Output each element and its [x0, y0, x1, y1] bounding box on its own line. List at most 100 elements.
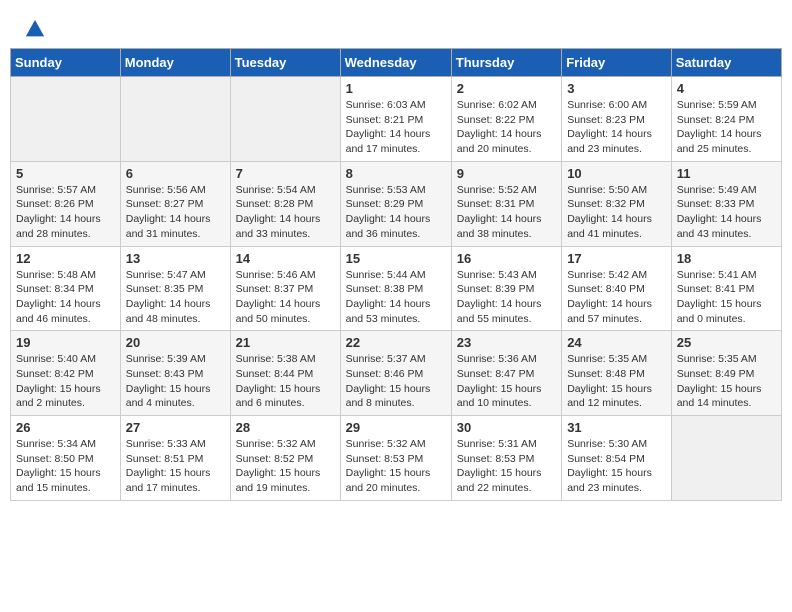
calendar-cell: 6 Sunrise: 5:56 AM Sunset: 8:27 PM Daylig… — [120, 161, 230, 246]
day-info: Sunrise: 5:40 AM Sunset: 8:42 PM Dayligh… — [16, 352, 115, 411]
day-number: 1 — [346, 81, 446, 96]
day-info: Sunrise: 5:54 AM Sunset: 8:28 PM Dayligh… — [236, 183, 335, 242]
logo-icon — [24, 18, 46, 40]
day-info: Sunrise: 5:34 AM Sunset: 8:50 PM Dayligh… — [16, 437, 115, 496]
weekday-header-thursday: Thursday — [451, 49, 561, 77]
day-number: 17 — [567, 251, 666, 266]
day-number: 21 — [236, 335, 335, 350]
calendar-week-row: 1 Sunrise: 6:03 AM Sunset: 8:21 PM Daylig… — [11, 77, 782, 162]
calendar-cell: 8 Sunrise: 5:53 AM Sunset: 8:29 PM Daylig… — [340, 161, 451, 246]
calendar-cell: 14Sunrise: 5:46 AM Sunset: 8:37 PM Dayli… — [230, 246, 340, 331]
day-info: Sunrise: 5:47 AM Sunset: 8:35 PM Dayligh… — [126, 268, 225, 327]
day-info: Sunrise: 5:35 AM Sunset: 8:49 PM Dayligh… — [677, 352, 776, 411]
weekday-header-monday: Monday — [120, 49, 230, 77]
calendar-cell: 16 Sunrise: 5:43 AM Sunset: 8:39 PM Dayli… — [451, 246, 561, 331]
calendar-cell: 30Sunrise: 5:31 AM Sunset: 8:53 PM Dayli… — [451, 416, 561, 501]
day-number: 9 — [457, 166, 556, 181]
day-number: 5 — [16, 166, 115, 181]
day-info: Sunrise: 5:39 AM Sunset: 8:43 PM Dayligh… — [126, 352, 225, 411]
day-info: Sunrise: 5:53 AM Sunset: 8:29 PM Dayligh… — [346, 183, 446, 242]
day-info: Sunrise: 5:37 AM Sunset: 8:46 PM Dayligh… — [346, 352, 446, 411]
day-info: Sunrise: 5:32 AM Sunset: 8:52 PM Dayligh… — [236, 437, 335, 496]
weekday-header-wednesday: Wednesday — [340, 49, 451, 77]
weekday-header-row: SundayMondayTuesdayWednesdayThursdayFrid… — [11, 49, 782, 77]
calendar-table: SundayMondayTuesdayWednesdayThursdayFrid… — [10, 48, 782, 501]
calendar-cell: 7 Sunrise: 5:54 AM Sunset: 8:28 PM Daylig… — [230, 161, 340, 246]
calendar-cell: 5 Sunrise: 5:57 AM Sunset: 8:26 PM Daylig… — [11, 161, 121, 246]
day-info: Sunrise: 5:50 AM Sunset: 8:32 PM Dayligh… — [567, 183, 666, 242]
day-info: Sunrise: 5:32 AM Sunset: 8:53 PM Dayligh… — [346, 437, 446, 496]
calendar-cell: 4 Sunrise: 5:59 AM Sunset: 8:24 PM Daylig… — [671, 77, 781, 162]
day-info: Sunrise: 5:35 AM Sunset: 8:48 PM Dayligh… — [567, 352, 666, 411]
calendar-cell — [11, 77, 121, 162]
day-number: 15 — [346, 251, 446, 266]
calendar-cell: 19Sunrise: 5:40 AM Sunset: 8:42 PM Dayli… — [11, 331, 121, 416]
calendar-cell — [671, 416, 781, 501]
day-info: Sunrise: 5:48 AM Sunset: 8:34 PM Dayligh… — [16, 268, 115, 327]
page-header — [10, 10, 782, 44]
calendar-cell: 1 Sunrise: 6:03 AM Sunset: 8:21 PM Daylig… — [340, 77, 451, 162]
calendar-cell: 26Sunrise: 5:34 AM Sunset: 8:50 PM Dayli… — [11, 416, 121, 501]
calendar-week-row: 19Sunrise: 5:40 AM Sunset: 8:42 PM Dayli… — [11, 331, 782, 416]
day-number: 27 — [126, 420, 225, 435]
day-info: Sunrise: 5:31 AM Sunset: 8:53 PM Dayligh… — [457, 437, 556, 496]
calendar-cell: 20Sunrise: 5:39 AM Sunset: 8:43 PM Dayli… — [120, 331, 230, 416]
day-info: Sunrise: 5:59 AM Sunset: 8:24 PM Dayligh… — [677, 98, 776, 157]
day-info: Sunrise: 5:56 AM Sunset: 8:27 PM Dayligh… — [126, 183, 225, 242]
calendar-cell: 22 Sunrise: 5:37 AM Sunset: 8:46 PM Dayli… — [340, 331, 451, 416]
day-number: 23 — [457, 335, 556, 350]
day-number: 29 — [346, 420, 446, 435]
calendar-cell: 24 Sunrise: 5:35 AM Sunset: 8:48 PM Dayli… — [562, 331, 672, 416]
calendar-week-row: 12 Sunrise: 5:48 AM Sunset: 8:34 PM Dayli… — [11, 246, 782, 331]
day-info: Sunrise: 6:00 AM Sunset: 8:23 PM Dayligh… — [567, 98, 666, 157]
day-number: 8 — [346, 166, 446, 181]
calendar-cell: 28 Sunrise: 5:32 AM Sunset: 8:52 PM Dayli… — [230, 416, 340, 501]
day-number: 22 — [346, 335, 446, 350]
calendar-cell: 9 Sunrise: 5:52 AM Sunset: 8:31 PM Daylig… — [451, 161, 561, 246]
calendar-cell: 25 Sunrise: 5:35 AM Sunset: 8:49 PM Dayli… — [671, 331, 781, 416]
day-number: 2 — [457, 81, 556, 96]
day-info: Sunrise: 5:38 AM Sunset: 8:44 PM Dayligh… — [236, 352, 335, 411]
day-number: 16 — [457, 251, 556, 266]
weekday-header-tuesday: Tuesday — [230, 49, 340, 77]
day-number: 24 — [567, 335, 666, 350]
calendar-cell: 10 Sunrise: 5:50 AM Sunset: 8:32 PM Dayli… — [562, 161, 672, 246]
weekday-header-sunday: Sunday — [11, 49, 121, 77]
day-number: 6 — [126, 166, 225, 181]
day-info: Sunrise: 5:41 AM Sunset: 8:41 PM Dayligh… — [677, 268, 776, 327]
calendar-cell: 2Sunrise: 6:02 AM Sunset: 8:22 PM Daylig… — [451, 77, 561, 162]
day-info: Sunrise: 5:30 AM Sunset: 8:54 PM Dayligh… — [567, 437, 666, 496]
day-info: Sunrise: 5:57 AM Sunset: 8:26 PM Dayligh… — [16, 183, 115, 242]
calendar-cell: 15Sunrise: 5:44 AM Sunset: 8:38 PM Dayli… — [340, 246, 451, 331]
day-number: 25 — [677, 335, 776, 350]
calendar-cell: 17 Sunrise: 5:42 AM Sunset: 8:40 PM Dayli… — [562, 246, 672, 331]
day-number: 31 — [567, 420, 666, 435]
calendar-cell — [230, 77, 340, 162]
day-info: Sunrise: 5:42 AM Sunset: 8:40 PM Dayligh… — [567, 268, 666, 327]
day-number: 10 — [567, 166, 666, 181]
day-number: 7 — [236, 166, 335, 181]
calendar-week-row: 5 Sunrise: 5:57 AM Sunset: 8:26 PM Daylig… — [11, 161, 782, 246]
day-info: Sunrise: 5:52 AM Sunset: 8:31 PM Dayligh… — [457, 183, 556, 242]
day-number: 28 — [236, 420, 335, 435]
day-info: Sunrise: 6:03 AM Sunset: 8:21 PM Dayligh… — [346, 98, 446, 157]
calendar-cell: 23 Sunrise: 5:36 AM Sunset: 8:47 PM Dayli… — [451, 331, 561, 416]
calendar-week-row: 26Sunrise: 5:34 AM Sunset: 8:50 PM Dayli… — [11, 416, 782, 501]
day-number: 14 — [236, 251, 335, 266]
day-number: 18 — [677, 251, 776, 266]
calendar-cell: 18 Sunrise: 5:41 AM Sunset: 8:41 PM Dayli… — [671, 246, 781, 331]
day-number: 13 — [126, 251, 225, 266]
day-info: Sunrise: 5:33 AM Sunset: 8:51 PM Dayligh… — [126, 437, 225, 496]
calendar-cell: 31 Sunrise: 5:30 AM Sunset: 8:54 PM Dayli… — [562, 416, 672, 501]
day-info: Sunrise: 5:49 AM Sunset: 8:33 PM Dayligh… — [677, 183, 776, 242]
calendar-cell: 3Sunrise: 6:00 AM Sunset: 8:23 PM Daylig… — [562, 77, 672, 162]
weekday-header-friday: Friday — [562, 49, 672, 77]
day-info: Sunrise: 5:43 AM Sunset: 8:39 PM Dayligh… — [457, 268, 556, 327]
calendar-cell: 27 Sunrise: 5:33 AM Sunset: 8:51 PM Dayli… — [120, 416, 230, 501]
day-info: Sunrise: 5:36 AM Sunset: 8:47 PM Dayligh… — [457, 352, 556, 411]
calendar-cell: 29 Sunrise: 5:32 AM Sunset: 8:53 PM Dayli… — [340, 416, 451, 501]
day-number: 4 — [677, 81, 776, 96]
day-number: 12 — [16, 251, 115, 266]
calendar-cell: 12 Sunrise: 5:48 AM Sunset: 8:34 PM Dayli… — [11, 246, 121, 331]
weekday-header-saturday: Saturday — [671, 49, 781, 77]
